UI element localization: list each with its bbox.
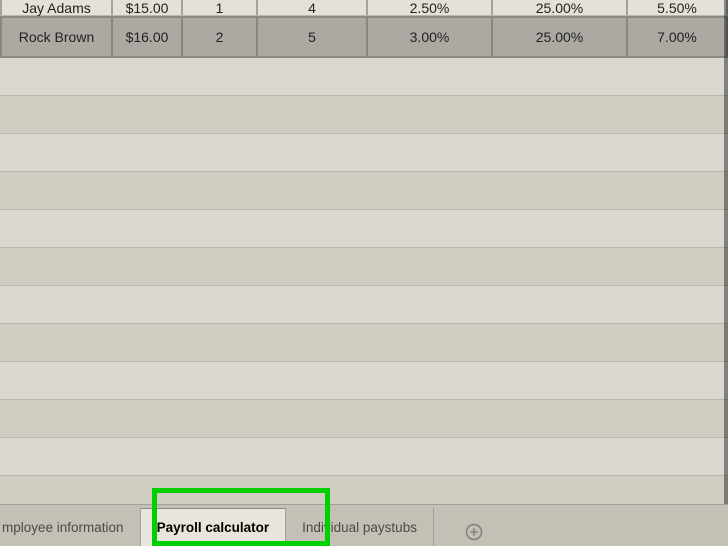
add-sheet-button[interactable] [454, 523, 494, 546]
cell[interactable]: 7.00% [628, 18, 728, 56]
table-row[interactable]: Jay Adams $15.00 1 4 2.50% 25.00% 5.50% [0, 0, 728, 16]
cell[interactable]: $16.00 [113, 18, 183, 56]
cell[interactable]: 5.50% [628, 0, 728, 15]
cell[interactable]: 25.00% [493, 0, 628, 15]
cell[interactable]: $15.00 [113, 0, 183, 15]
empty-row[interactable] [0, 134, 728, 172]
sheet-tab-bar: mployee information Payroll calculator I… [0, 504, 728, 546]
tab-individual-paystubs[interactable]: Individual paystubs [286, 508, 434, 546]
empty-row[interactable] [0, 324, 728, 362]
cell[interactable]: 2.50% [368, 0, 493, 15]
empty-row[interactable] [0, 400, 728, 438]
empty-row[interactable] [0, 248, 728, 286]
table-row[interactable]: Rock Brown $16.00 2 5 3.00% 25.00% 7.00% [0, 16, 728, 58]
spreadsheet-app: Jay Adams $15.00 1 4 2.50% 25.00% 5.50% … [0, 0, 728, 546]
vertical-scrollbar[interactable] [724, 0, 728, 504]
empty-row[interactable] [0, 210, 728, 248]
cell[interactable]: 3.00% [368, 18, 493, 56]
empty-row[interactable] [0, 96, 728, 134]
cell[interactable]: 5 [258, 18, 368, 56]
cell-name[interactable]: Jay Adams [0, 0, 113, 15]
cell[interactable]: 1 [183, 0, 258, 15]
tab-payroll-calculator[interactable]: Payroll calculator [141, 508, 287, 546]
cell[interactable]: 2 [183, 18, 258, 56]
empty-row[interactable] [0, 58, 728, 96]
grid-area[interactable]: Jay Adams $15.00 1 4 2.50% 25.00% 5.50% … [0, 0, 728, 504]
cell[interactable]: 4 [258, 0, 368, 15]
cell[interactable]: 25.00% [493, 18, 628, 56]
cell-name[interactable]: Rock Brown [0, 18, 113, 56]
empty-row[interactable] [0, 286, 728, 324]
empty-row[interactable] [0, 438, 728, 476]
empty-row[interactable] [0, 362, 728, 400]
tab-employee-information[interactable]: mployee information [0, 508, 141, 546]
empty-row[interactable] [0, 172, 728, 210]
plus-circle-icon [465, 523, 483, 546]
